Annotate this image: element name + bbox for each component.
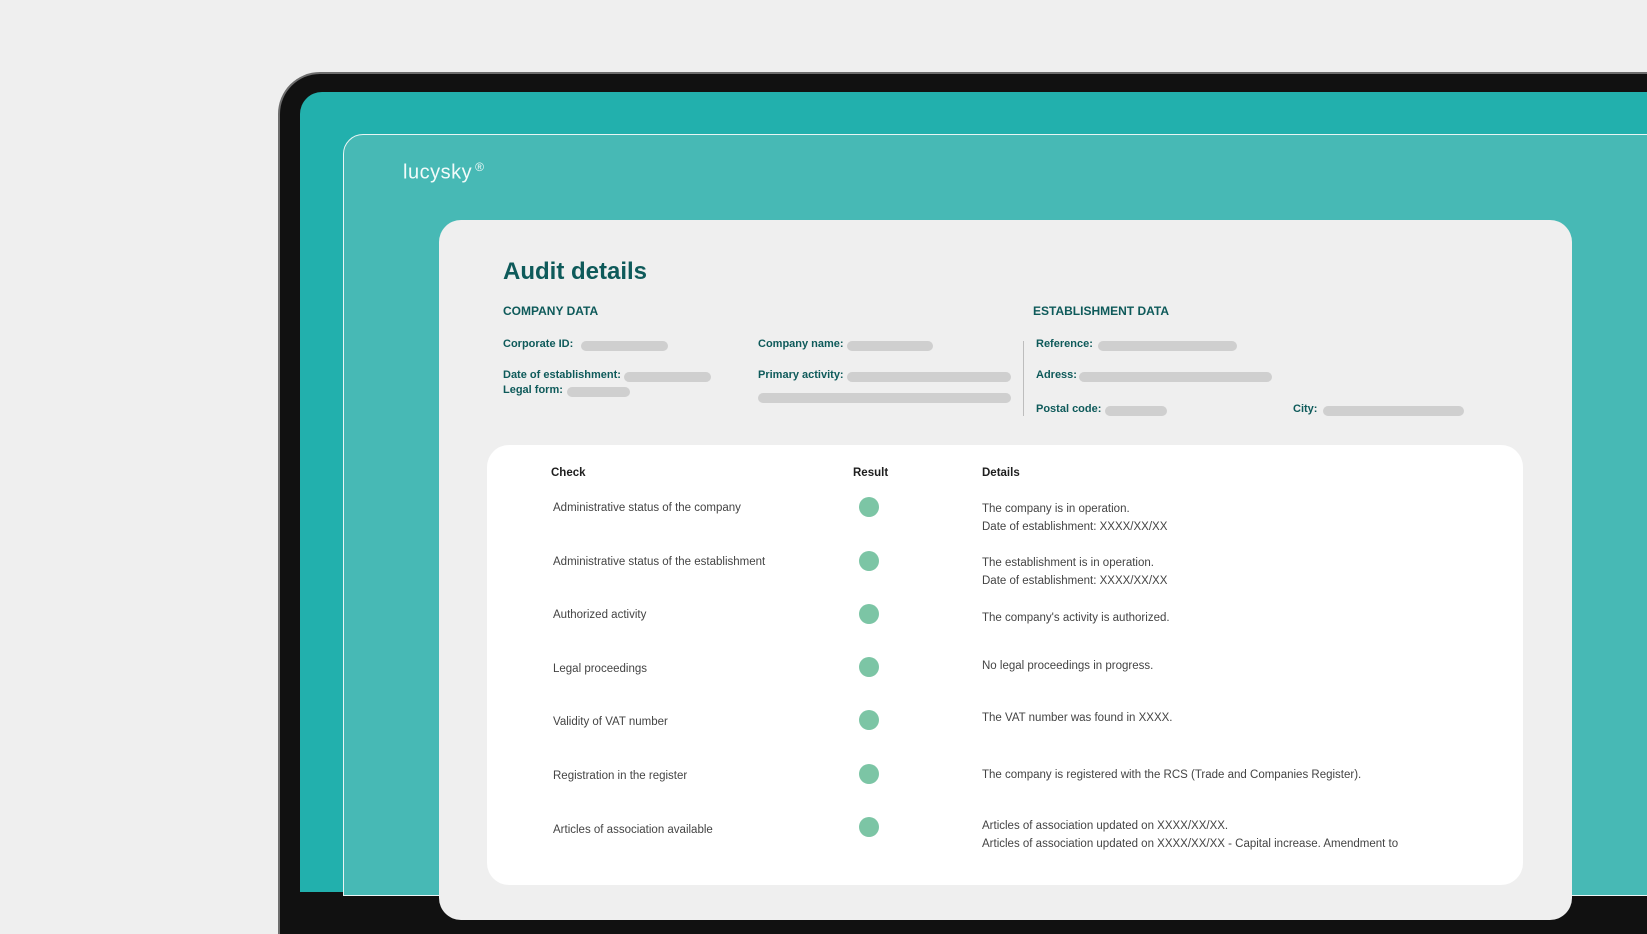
company-data-heading: COMPANY DATA (503, 304, 599, 318)
primary-activity-value-line-2 (758, 393, 1011, 403)
table-row-details: The establishment is in operation. Date … (982, 554, 1167, 590)
date-of-establishment-label: Date of establishment: (503, 369, 621, 381)
brand-logo: lucysky ® (403, 160, 484, 185)
primary-activity-label: Primary activity: (758, 369, 844, 381)
status-dot-icon (859, 657, 879, 677)
table-row-details: No legal proceedings in progress. (982, 657, 1153, 675)
details-line: Date of establishment: XXXX/XX/XX (982, 521, 1168, 533)
corporate-id-value (581, 341, 668, 351)
details-line: Articles of association updated on XXXX/… (982, 820, 1229, 832)
corporate-id-label: Corporate ID: (503, 338, 574, 350)
registered-mark: ® (475, 160, 485, 174)
table-row-details: The company is registered with the RCS (… (982, 766, 1361, 784)
status-dot-icon (859, 497, 879, 517)
table-row-details: Articles of association updated on XXXX/… (982, 817, 1398, 853)
table-row-check: Administrative status of the company (553, 502, 741, 514)
table-row-check: Validity of VAT number (553, 716, 668, 728)
table-row-check: Registration in the register (553, 770, 688, 782)
details-line: The VAT number was found in XXXX. (982, 712, 1173, 724)
details-line: The establishment is in operation. (982, 557, 1154, 569)
details-line: The company is registered with the RCS (… (982, 769, 1362, 781)
table-row-check: Authorized activity (553, 609, 647, 621)
company-name-label: Company name: (758, 338, 844, 350)
column-header-result: Result (853, 467, 889, 479)
status-dot-icon (859, 764, 879, 784)
brand-logo-text: lucysky (403, 161, 473, 184)
address-value (1079, 372, 1272, 382)
city-label: City: (1293, 403, 1318, 415)
table-row-details: The VAT number was found in XXXX. (982, 709, 1173, 727)
company-name-value (847, 341, 933, 351)
column-header-details: Details (982, 467, 1020, 479)
column-header-check: Check (551, 467, 586, 479)
details-line: Date of establishment: XXXX/XX/XX (982, 575, 1168, 587)
table-row-details: The company's activity is authorized. (982, 609, 1170, 627)
date-of-establishment-value (624, 372, 711, 382)
address-label: Adress: (1036, 369, 1077, 381)
table-row-details: The company is in operation. Date of est… (982, 500, 1167, 536)
table-row-check: Legal proceedings (553, 663, 647, 675)
page-title: Audit details (503, 258, 648, 285)
city-value (1323, 406, 1464, 416)
establishment-data-heading: ESTABLISHMENT DATA (1033, 304, 1169, 318)
table-row-check: Articles of association available (553, 824, 713, 836)
postal-code-label: Postal code: (1036, 403, 1102, 415)
details-line: Articles of association updated on XXXX/… (982, 838, 1399, 850)
postal-code-value (1105, 406, 1167, 416)
legal-form-label: Legal form: (503, 384, 563, 396)
details-line: No legal proceedings in progress. (982, 660, 1154, 672)
status-dot-icon (859, 604, 879, 624)
reference-value (1098, 341, 1237, 351)
status-dot-icon (859, 710, 879, 730)
primary-activity-value (847, 372, 1011, 382)
status-dot-icon (859, 817, 879, 837)
details-line: The company's activity is authorized. (982, 612, 1170, 624)
details-line: The company is in operation. (982, 503, 1130, 515)
table-row-check: Administrative status of the establishme… (553, 556, 766, 568)
section-divider (1023, 341, 1024, 416)
status-dot-icon (859, 551, 879, 571)
reference-label: Reference: (1036, 338, 1093, 350)
legal-form-value (567, 387, 630, 397)
